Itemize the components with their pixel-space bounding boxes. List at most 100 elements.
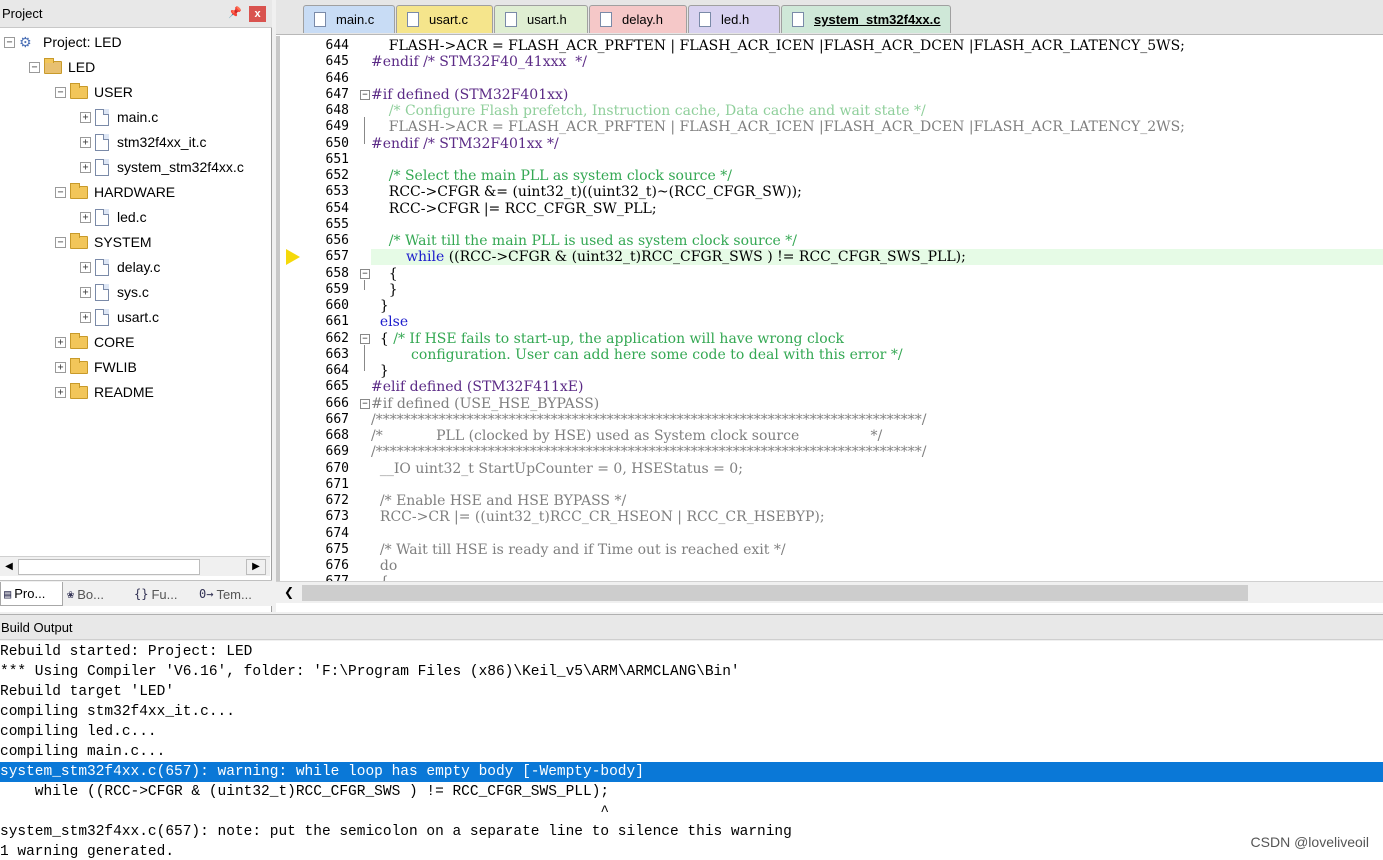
editor-horizontal-scrollbar[interactable]: ❮ xyxy=(276,581,1383,603)
panel-tab-0[interactable]: ▤ Pro... xyxy=(0,582,63,606)
file-icon xyxy=(95,133,109,151)
build-output-panel[interactable]: Rebuild started: Project: LED *** Using C… xyxy=(0,641,1383,860)
tree-item-fwlib[interactable]: + FWLIB xyxy=(55,356,137,378)
project-panel-header: Project 📌 x xyxy=(0,0,272,28)
build-output-line[interactable]: system_stm32f4xx.c(657): warning: while … xyxy=(0,762,1383,782)
collapse-icon[interactable]: − xyxy=(55,236,66,248)
build-output-line[interactable]: compiling stm32f4xx_it.c... xyxy=(0,702,1383,722)
file-tab-led-h[interactable]: led.h xyxy=(688,5,780,33)
tree-item-main-c[interactable]: + main.c xyxy=(80,106,158,128)
expand-icon[interactable]: + xyxy=(80,286,91,298)
file-tab-label: led.h xyxy=(721,12,750,27)
file-tab-label: delay.h xyxy=(622,12,663,27)
collapse-icon[interactable]: − xyxy=(55,186,66,198)
fold-guide xyxy=(364,117,365,144)
expand-icon[interactable]: + xyxy=(80,211,91,223)
tree-item-label: README xyxy=(94,384,154,400)
tree-item-label: Project: LED xyxy=(43,34,122,50)
tree-item-core[interactable]: + CORE xyxy=(55,331,134,353)
code-line: { /* If HSE fails to start-up, the appli… xyxy=(371,330,845,347)
tree-item-hardware[interactable]: − HARDWARE xyxy=(55,181,175,203)
code-line: { xyxy=(371,265,398,282)
tree-item-readme[interactable]: + README xyxy=(55,381,154,403)
build-output-line[interactable]: 1 warning generated. xyxy=(0,842,1383,860)
file-tab-delay-h[interactable]: delay.h xyxy=(589,5,687,33)
expand-icon[interactable]: + xyxy=(55,336,66,348)
build-output-line[interactable]: while ((RCC->CFGR & (uint32_t)RCC_CFGR_S… xyxy=(0,782,1383,802)
line-number: 665 xyxy=(325,379,349,395)
code-line: /* PLL (clocked by HSE) used as System c… xyxy=(371,428,883,444)
build-output-line[interactable]: Rebuild started: Project: LED xyxy=(0,642,1383,662)
line-number: 659 xyxy=(325,281,349,297)
expand-icon[interactable]: + xyxy=(80,311,91,323)
code-line: FLASH->ACR = FLASH_ACR_PRFTEN | FLASH_AC… xyxy=(371,38,1185,54)
file-icon xyxy=(95,108,109,126)
expand-icon[interactable]: + xyxy=(55,361,66,373)
tree-item-led[interactable]: − LED xyxy=(29,56,95,78)
tree-item-label: delay.c xyxy=(117,259,161,275)
panel-tab-2[interactable]: {} Fu... xyxy=(131,582,195,606)
build-output-line[interactable]: *** Using Compiler 'V6.16', folder: 'F:\… xyxy=(0,662,1383,682)
collapse-icon[interactable]: − xyxy=(55,86,66,98)
pin-icon[interactable]: 📌 xyxy=(228,6,242,20)
scroll-left-icon[interactable]: ◀ xyxy=(2,560,16,574)
file-tab-label: usart.c xyxy=(429,12,469,27)
code-editor[interactable]: FLASH->ACR = FLASH_ACR_PRFTEN | FLASH_AC… xyxy=(371,36,1383,581)
target-icon xyxy=(44,57,62,74)
code-line: RCC->CFGR |= RCC_CFGR_SW_PLL; xyxy=(371,200,657,217)
scroll-thumb[interactable] xyxy=(302,585,1248,601)
code-line: do xyxy=(371,558,398,574)
fold-collapse-icon[interactable]: − xyxy=(360,398,370,409)
scroll-left-icon[interactable]: ❮ xyxy=(284,585,294,599)
file-tabs: main.c usart.c usart.h delay.h led.h system_s… xyxy=(276,0,1383,35)
file-icon xyxy=(314,12,326,27)
expand-icon[interactable]: + xyxy=(80,261,91,273)
file-tab-usart-h[interactable]: usart.h xyxy=(494,5,588,33)
build-output-line[interactable]: compiling led.c... xyxy=(0,722,1383,742)
build-output-line[interactable]: system_stm32f4xx.c(657): note: put the s… xyxy=(0,822,1383,842)
tree-item-sys-c[interactable]: + sys.c xyxy=(80,281,149,303)
fold-collapse-icon[interactable]: − xyxy=(360,89,370,100)
panel-tab-3[interactable]: 0→ Tem... xyxy=(196,582,266,606)
fold-collapse-icon[interactable]: − xyxy=(360,333,370,344)
panel-tab-label: Tem... xyxy=(216,586,252,602)
tree-item-project-led[interactable]: − ⚙ Project: LED xyxy=(4,31,122,53)
build-output-line[interactable]: ^ xyxy=(0,802,1383,822)
tree-item-delay-c[interactable]: + delay.c xyxy=(80,256,160,278)
close-panel-button[interactable]: x xyxy=(249,6,266,22)
collapse-icon[interactable]: − xyxy=(4,36,15,48)
fold-collapse-icon[interactable]: − xyxy=(360,268,370,279)
expand-icon[interactable]: + xyxy=(55,386,66,398)
tree-item-system[interactable]: − SYSTEM xyxy=(55,231,152,253)
file-tab-usart-c[interactable]: usart.c xyxy=(396,5,493,33)
tree-item-led-c[interactable]: + led.c xyxy=(80,206,147,228)
tree-item-label: stm32f4xx_it.c xyxy=(117,134,207,150)
templates-tab-icon: 0→ xyxy=(199,587,214,601)
tree-item-label: main.c xyxy=(117,109,159,125)
file-tab-main-c[interactable]: main.c xyxy=(303,5,395,33)
scroll-right-icon[interactable]: ▶ xyxy=(246,559,266,575)
build-output-line[interactable]: compiling main.c... xyxy=(0,742,1383,762)
tree-item-label: CORE xyxy=(94,334,135,350)
file-tab-system-stm32f4xx-c[interactable]: system_stm32f4xx.c xyxy=(781,5,951,33)
tree-item-usart-c[interactable]: + usart.c xyxy=(80,306,159,328)
collapse-icon[interactable]: − xyxy=(29,61,40,73)
file-icon xyxy=(505,12,517,27)
panel-tab-1[interactable]: ❀ Bo... xyxy=(64,582,130,606)
file-tab-label: system_stm32f4xx.c xyxy=(814,12,941,27)
project-horizontal-scrollbar[interactable]: ◀ ▶ xyxy=(0,556,270,576)
scroll-thumb[interactable] xyxy=(18,559,200,575)
tree-item-user[interactable]: − USER xyxy=(55,81,133,103)
editor-area: main.c usart.c usart.h delay.h led.h system_s… xyxy=(276,0,1383,612)
code-line: __IO uint32_t StartUpCounter = 0, HSESta… xyxy=(371,460,743,477)
expand-icon[interactable]: + xyxy=(80,161,91,173)
expand-icon[interactable]: + xyxy=(80,111,91,123)
build-output-title: Build Output xyxy=(1,620,73,635)
build-output-line[interactable]: Rebuild target 'LED' xyxy=(0,682,1383,702)
tree-item-stm32f4xx-it-c[interactable]: + stm32f4xx_it.c xyxy=(80,131,206,153)
project-panel-title: Project xyxy=(2,6,43,21)
tree-item-system-stm32f4xx-c[interactable]: + system_stm32f4xx.c xyxy=(80,156,244,178)
expand-icon[interactable]: + xyxy=(80,136,91,148)
line-number: 650 xyxy=(325,135,349,151)
code-line: /* Enable HSE and HSE BYPASS */ xyxy=(371,493,627,509)
